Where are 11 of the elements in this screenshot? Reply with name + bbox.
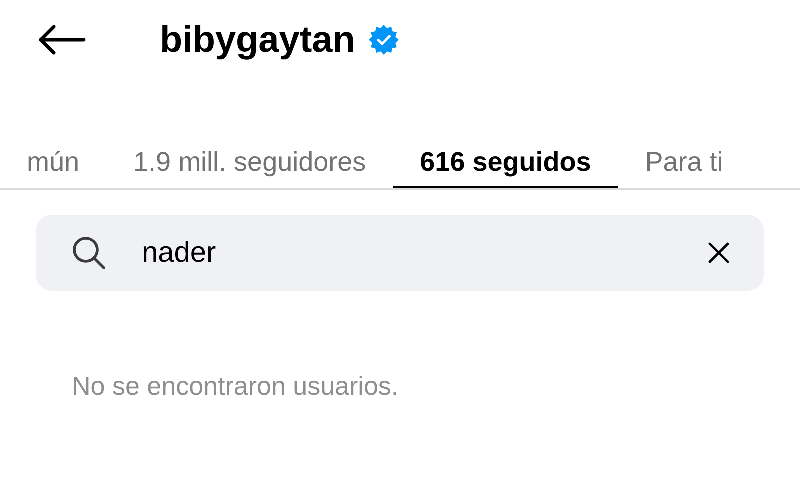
search-input[interactable]: nader	[142, 236, 708, 270]
search-icon	[72, 236, 106, 270]
tab[interactable]: 1.9 mill. seguidores	[106, 124, 394, 188]
close-icon[interactable]	[708, 242, 730, 264]
search-field[interactable]: nader	[36, 215, 764, 291]
profile-username: bibygaytan	[160, 19, 356, 61]
tab[interactable]: Para ti	[618, 124, 750, 188]
tab[interactable]: mún	[0, 124, 107, 188]
no-results-message: No se encontraron usuarios.	[72, 371, 399, 401]
back-arrow-icon[interactable]	[38, 25, 86, 55]
tab[interactable]: 616 seguidos	[393, 124, 618, 188]
